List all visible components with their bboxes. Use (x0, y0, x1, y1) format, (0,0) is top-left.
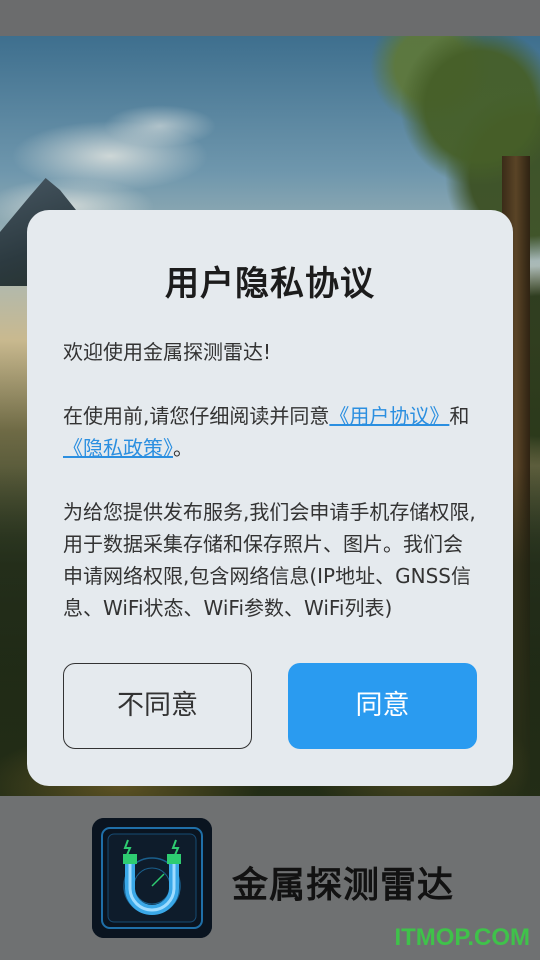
privacy-dialog: 用户隐私协议 欢迎使用金属探测雷达! 在使用前,请您仔细阅读并同意《用户协议》和… (27, 210, 513, 786)
agree-button[interactable]: 同意 (288, 663, 477, 749)
permissions-text: 为给您提供发布服务,我们会申请手机存储权限, 用于数据采集存储和保存照片、图片。… (63, 500, 476, 620)
magnet-radar-icon (92, 818, 212, 938)
user-agreement-link[interactable]: 《用户协议》 (329, 404, 449, 428)
and-text: 和 (449, 404, 470, 428)
intro-prefix: 在使用前,请您仔细阅读并同意 (63, 404, 330, 428)
intro-suffix: 。 (173, 436, 193, 460)
disagree-button[interactable]: 不同意 (63, 663, 252, 749)
privacy-policy-link[interactable]: 《隐私政策》 (63, 436, 173, 460)
dialog-body[interactable]: 欢迎使用金属探测雷达! 在使用前,请您仔细阅读并同意《用户协议》和《隐私政策》。… (63, 336, 477, 622)
splash-footer: 金属探测雷达 ITMOP.COM (0, 796, 540, 960)
intro-paragraph: 在使用前,请您仔细阅读并同意《用户协议》和《隐私政策》。 (63, 400, 477, 464)
app-name: 金属探测雷达 (232, 865, 455, 906)
dialog-title: 用户隐私协议 (165, 264, 375, 304)
status-bar (0, 0, 540, 36)
site-watermark: ITMOP.COM (394, 924, 530, 951)
greeting-text: 欢迎使用金属探测雷达! (63, 340, 272, 364)
